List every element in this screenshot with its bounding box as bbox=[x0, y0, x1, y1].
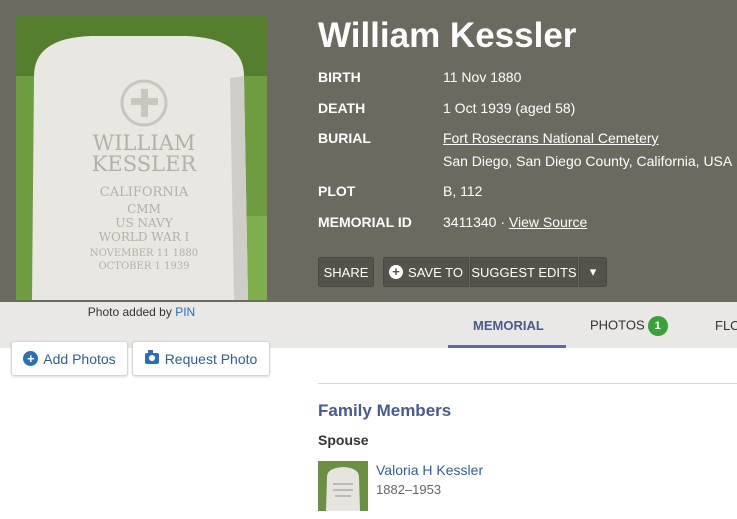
birth-label: BIRTH bbox=[318, 69, 361, 85]
spouse-photo[interactable] bbox=[318, 461, 368, 511]
plus-circle-icon: + bbox=[389, 265, 404, 279]
suggest-edits-button[interactable]: SUGGEST EDITS bbox=[470, 257, 578, 287]
headstone-line-2: KESSLER bbox=[92, 152, 198, 176]
suggest-edits-label: SUGGEST EDITS bbox=[471, 264, 577, 280]
spouse-headstone-image bbox=[318, 461, 368, 511]
add-icon: + bbox=[23, 351, 39, 366]
request-photo-label: Request Photo bbox=[164, 350, 258, 367]
view-source-link[interactable]: View Source bbox=[509, 214, 587, 230]
headstone-line-6: WORLD WAR I bbox=[99, 230, 190, 244]
photo-caption: Photo added by PIN bbox=[16, 305, 267, 319]
tab-photos[interactable]: PHOTOS 1 bbox=[590, 316, 668, 336]
death-label: DEATH bbox=[318, 100, 366, 116]
spouse-name-link[interactable]: Valoria H Kessler bbox=[376, 462, 483, 478]
plot-label: PLOT bbox=[318, 183, 356, 199]
request-photo-button[interactable]: Request Photo bbox=[132, 341, 270, 376]
spouse-heading: Spouse bbox=[318, 432, 369, 448]
spouse-dates: 1882–1953 bbox=[376, 482, 442, 497]
family-members-heading: Family Members bbox=[318, 401, 452, 420]
plot-value: B, 112 bbox=[443, 183, 483, 199]
burial-label: BURIAL bbox=[318, 130, 371, 146]
headstone-photo[interactable]: WILLIAM KESSLER CALIFORNIA CMM US NAVY W… bbox=[16, 16, 267, 300]
tab-memorial[interactable]: MEMORIAL bbox=[473, 318, 544, 333]
add-photos-button[interactable]: + Add Photos bbox=[11, 341, 128, 376]
save-to-label: SAVE TO bbox=[408, 264, 463, 280]
headstone-line-8: OCTOBER 1 1939 bbox=[98, 261, 189, 272]
birth-value: 11 Nov 1880 bbox=[443, 69, 522, 85]
burial-location: San Diego, San Diego County, California,… bbox=[443, 153, 733, 169]
headstone-image: WILLIAM KESSLER CALIFORNIA CMM US NAVY W… bbox=[16, 16, 267, 300]
active-tab-indicator bbox=[448, 345, 566, 348]
burial-cemetery-link[interactable]: Fort Rosecrans National Cemetery bbox=[443, 130, 659, 146]
memorial-id-value: 3411340 bbox=[443, 214, 497, 230]
photo-contributor-link[interactable]: PIN bbox=[175, 305, 195, 319]
tab-flowers[interactable]: FLO bbox=[715, 318, 737, 333]
add-photos-label: Add Photos bbox=[43, 350, 116, 367]
tab-photos-label: PHOTOS bbox=[590, 317, 645, 333]
share-button[interactable]: SHARE bbox=[318, 257, 374, 287]
memorial-id-separator: · bbox=[500, 214, 506, 230]
headstone-line-4: CMM bbox=[127, 202, 161, 216]
caret-down-icon: ▾ bbox=[589, 264, 597, 279]
memorial-name: William Kessler bbox=[318, 16, 577, 55]
headstone-line-5: US NAVY bbox=[115, 216, 173, 230]
section-divider bbox=[318, 383, 737, 384]
memorial-id-row: 3411340 · View Source bbox=[443, 214, 587, 230]
burial-cemetery[interactable]: Fort Rosecrans National Cemetery bbox=[443, 130, 659, 146]
more-actions-button[interactable]: ▾ bbox=[579, 257, 607, 287]
save-to-button[interactable]: + SAVE TO bbox=[383, 257, 469, 287]
photo-caption-prefix: Photo added by bbox=[87, 305, 172, 319]
headstone-line-3: CALIFORNIA bbox=[100, 185, 189, 200]
photos-count-badge: 1 bbox=[647, 316, 668, 336]
memorial-id-label: MEMORIAL ID bbox=[318, 214, 412, 230]
headstone-line-7: NOVEMBER 11 1880 bbox=[90, 248, 198, 259]
share-label: SHARE bbox=[323, 264, 369, 280]
death-value: 1 Oct 1939 (aged 58) bbox=[443, 100, 576, 116]
camera-icon bbox=[144, 350, 159, 364]
